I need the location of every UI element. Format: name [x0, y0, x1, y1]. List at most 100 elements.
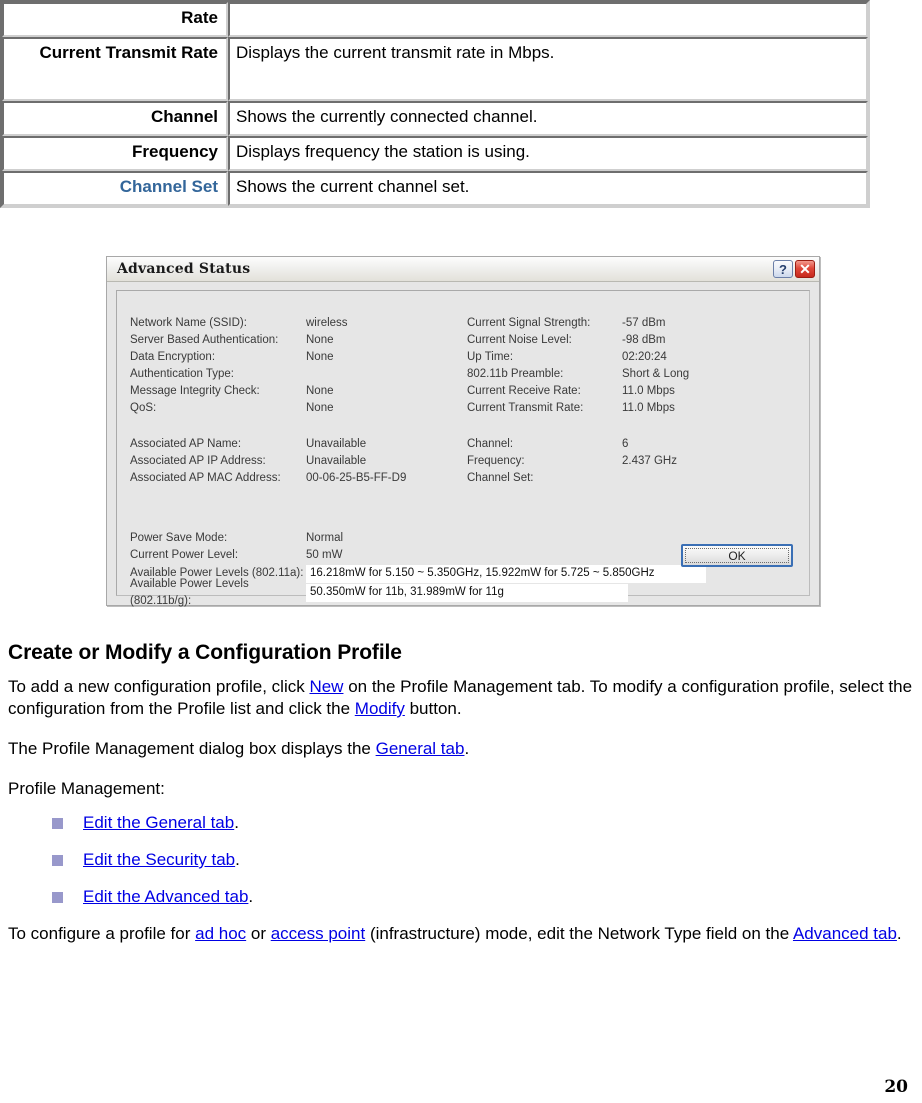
field-label: QoS: — [130, 402, 157, 414]
field-value: 00-06-25-B5-FF-D9 — [306, 472, 407, 484]
text-fragment: The Profile Management dialog box displa… — [8, 739, 376, 758]
table-body: Rate Current Transmit Rate Displays the … — [2, 2, 868, 206]
table-cell-label: Channel — [2, 101, 228, 136]
status-row: Server Based Authentication: None Curren… — [130, 332, 799, 349]
link-edit-security-tab[interactable]: Edit the Security tab — [83, 849, 235, 871]
bullet-square-icon — [52, 891, 63, 903]
field-label: Current Receive Rate: — [467, 385, 581, 397]
field-value: 02:20:24 — [622, 351, 667, 363]
page-number: 20 — [884, 1077, 908, 1097]
dialog-body: Network Name (SSID): wireless Current Si… — [116, 290, 810, 607]
text-fragment: . — [464, 739, 470, 758]
table-cell-label: Current Transmit Rate — [2, 37, 228, 101]
status-field-description-table: Rate Current Transmit Rate Displays the … — [0, 0, 870, 208]
field-value: None — [306, 385, 334, 397]
field-label: Current Transmit Rate: — [467, 402, 584, 414]
table-cell-label-channel-set: Channel Set — [2, 171, 228, 206]
field-label: Channel: — [467, 438, 514, 450]
text-fragment: . — [235, 850, 240, 869]
paragraph-profile-management: Profile Management: — [8, 779, 165, 798]
field-value: -98 dBm — [622, 334, 666, 346]
text-fragment: button. — [404, 699, 462, 718]
list-item: Edit the Advanced tab. — [52, 886, 914, 908]
status-row: Data Encryption: None Up Time: 02:20:24 — [130, 349, 799, 366]
text-fragment: . — [248, 887, 254, 906]
table-cell-description: Displays frequency the station is using. — [228, 136, 868, 171]
link-new[interactable]: New — [309, 677, 343, 696]
page-title: Create or Modify a Configuration Profile — [8, 641, 402, 664]
link-modify[interactable]: Modify — [355, 699, 405, 718]
field-label: Frequency: — [467, 455, 525, 467]
dialog-titlebar: Advanced Status ? ✕ — [107, 257, 819, 282]
advanced-status-dialog: Advanced Status ? ✕ Network Name (SSID):… — [106, 256, 820, 607]
field-value: -57 dBm — [622, 317, 666, 329]
table-row: Rate — [2, 2, 868, 37]
field-label: 802.11b Preamble: — [467, 368, 564, 380]
status-field-grid: Network Name (SSID): wireless Current Si… — [130, 315, 799, 487]
field-label: Authentication Type: — [130, 368, 234, 380]
link-access-point[interactable]: access point — [271, 924, 366, 943]
titlebar-buttons: ? ✕ — [773, 260, 815, 278]
field-label: Server Based Authentication: — [130, 334, 279, 346]
status-row: Associated AP MAC Address: 00-06-25-B5-F… — [130, 470, 799, 487]
status-row: Associated AP Name: Unavailable Channel:… — [130, 436, 799, 453]
link-edit-advanced-tab[interactable]: Edit the Advanced tab — [83, 886, 248, 908]
field-label: Message Integrity Check: — [130, 385, 260, 397]
advanced-status-dialog-screenshot: Advanced Status ? ✕ Network Name (SSID):… — [106, 256, 820, 607]
field-label: Up Time: — [467, 351, 514, 363]
list-item: Edit the General tab. — [52, 812, 914, 834]
field-label: Current Noise Level: — [467, 334, 572, 346]
table-cell-description: Shows the current channel set. — [228, 171, 868, 206]
field-label: Associated AP MAC Address: — [130, 472, 281, 484]
paragraph-network-type: To configure a profile for ad hoc or acc… — [8, 923, 914, 945]
status-row: Network Name (SSID): wireless Current Si… — [130, 315, 799, 332]
status-row: Authentication Type: 802.11b Preamble: S… — [130, 366, 799, 383]
field-label: Current Signal Strength: — [467, 317, 591, 329]
text-fragment: (infrastructure) mode, edit the Network … — [365, 924, 793, 943]
bullet-square-icon — [52, 817, 63, 829]
status-row: QoS: None Current Transmit Rate: 11.0 Mb… — [130, 400, 799, 417]
field-value — [622, 470, 742, 487]
table-cell-description — [228, 2, 868, 37]
field-value: 6 — [622, 438, 629, 450]
text-fragment: To add a new configuration profile, clic… — [8, 677, 310, 696]
field-value: Short & Long — [622, 368, 690, 380]
status-row: Message Integrity Check: None Current Re… — [130, 383, 799, 400]
power-levels-11bg-value: 50.350mW for 11b, 31.989mW for 11g — [306, 583, 628, 602]
table-row: Frequency Displays frequency the station… — [2, 136, 868, 171]
row-spacer — [130, 417, 799, 436]
table-row: Current Transmit Rate Displays the curre… — [2, 37, 868, 101]
table-cell-label: Frequency — [2, 136, 228, 171]
field-label: Associated AP Name: — [130, 438, 242, 450]
bullet-square-icon — [52, 854, 63, 866]
field-label: Current Power Level: — [130, 549, 239, 561]
list-item: Edit the Security tab. — [52, 849, 914, 871]
link-general-tab[interactable]: General tab — [376, 739, 465, 758]
text-fragment: To configure a profile for — [8, 924, 196, 943]
table-cell-description: Displays the current transmit rate in Mb… — [228, 37, 868, 101]
text-fragment: . — [234, 813, 239, 832]
dialog-title: Advanced Status — [117, 261, 251, 277]
field-value: Unavailable — [306, 438, 367, 450]
table-row: Channel Shows the currently connected ch… — [2, 101, 868, 136]
field-value: Normal — [306, 532, 344, 544]
field-value: 11.0 Mbps — [622, 402, 675, 414]
ok-button[interactable]: OK — [681, 544, 793, 567]
table-cell-description: Shows the currently connected channel. — [228, 101, 868, 136]
field-value: Unavailable — [306, 455, 367, 467]
status-row: Associated AP IP Address: Unavailable Fr… — [130, 453, 799, 470]
ok-button-label: OK — [728, 548, 746, 563]
field-value: 50 mW — [306, 549, 343, 561]
link-ad-hoc[interactable]: ad hoc — [195, 924, 246, 943]
field-label: Available Power Levels (802.11b/g): — [130, 577, 249, 607]
link-advanced-tab[interactable]: Advanced tab — [793, 924, 897, 943]
paragraph-create-modify: To add a new configuration profile, clic… — [8, 676, 914, 720]
text-fragment: or — [246, 924, 271, 943]
help-icon[interactable]: ? — [773, 260, 793, 278]
power-row: Available Power Levels (802.11b/g): 50.3… — [130, 578, 799, 607]
field-label: Power Save Mode: — [130, 532, 228, 544]
field-value — [306, 366, 467, 383]
close-icon[interactable]: ✕ — [795, 260, 815, 278]
table-row: Channel Set Shows the current channel se… — [2, 171, 868, 206]
link-edit-general-tab[interactable]: Edit the General tab — [83, 812, 234, 834]
